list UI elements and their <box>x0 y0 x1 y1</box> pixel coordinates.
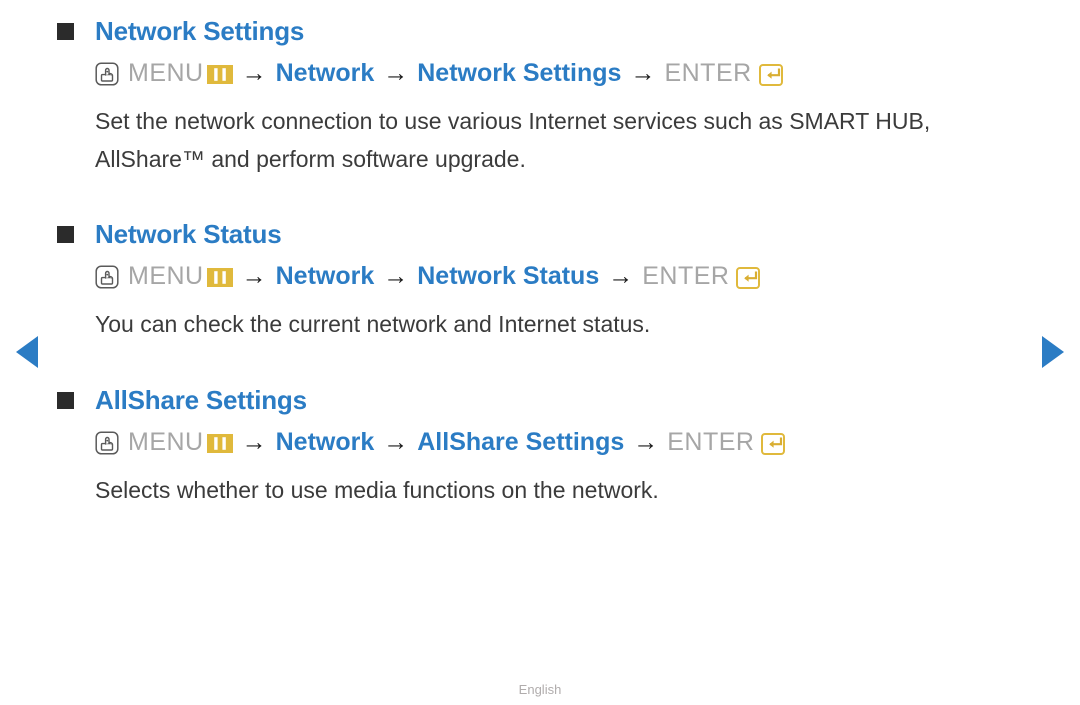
path-arrow-icon: → <box>630 59 656 87</box>
enter-label: ENTER <box>664 59 752 87</box>
section-heading: Network Settings <box>0 14 1080 48</box>
section-title: Network Settings <box>95 16 305 46</box>
section-description: You can check the current network and In… <box>95 311 651 337</box>
hand-press-icon <box>95 264 119 289</box>
menu-bars-icon <box>206 64 233 84</box>
enter-key-icon <box>736 266 764 289</box>
enter-label: ENTER <box>642 262 730 290</box>
section-network-status: Network Status MENU → Network → Network … <box>0 178 1080 343</box>
path-arrow-icon: → <box>383 59 409 87</box>
hand-press-icon <box>95 61 119 86</box>
path-arrow-icon: → <box>383 262 409 290</box>
path-step-1: Network <box>275 59 375 87</box>
footer-language: English <box>518 682 562 697</box>
path-step-2: AllShare Settings <box>417 428 625 456</box>
section-title: AllShare Settings <box>95 385 307 415</box>
path-step-1: Network <box>275 262 375 290</box>
square-bullet-icon <box>57 392 74 409</box>
enter-key-icon <box>758 63 787 86</box>
menu-path-line: MENU → Network → Network Settings → ENTE… <box>0 58 1080 88</box>
path-arrow-icon: → <box>608 262 634 290</box>
content-area: Network Settings MENU → Network → Networ… <box>0 0 1080 509</box>
path-arrow-icon: → <box>383 428 409 456</box>
path-arrow-icon: → <box>241 262 267 290</box>
section-network-settings: Network Settings MENU → Network → Networ… <box>0 0 1080 178</box>
path-arrow-icon: → <box>241 59 267 87</box>
section-heading: AllShare Settings <box>0 383 1080 417</box>
path-step-2: Network Settings <box>417 59 622 87</box>
section-description: Selects whether to use media functions o… <box>95 477 659 503</box>
section-description: Set the network connection to use variou… <box>95 108 931 172</box>
square-bullet-icon <box>57 226 74 243</box>
section-allshare-settings: AllShare Settings MENU → Network → AllSh… <box>0 343 1080 509</box>
square-bullet-icon <box>57 23 74 40</box>
hand-press-icon <box>95 430 119 455</box>
menu-path-line: MENU → Network → AllShare Settings → ENT… <box>0 427 1080 457</box>
enter-label: ENTER <box>667 428 755 456</box>
section-title: Network Status <box>95 219 282 249</box>
menu-bars-icon <box>206 267 233 287</box>
menu-label: MENU <box>128 59 204 87</box>
path-arrow-icon: → <box>633 428 659 456</box>
path-arrow-icon: → <box>241 428 267 456</box>
enter-key-icon <box>761 432 789 455</box>
menu-path-line: MENU → Network → Network Status → ENTER <box>0 261 1080 291</box>
menu-bars-icon <box>206 433 233 453</box>
menu-label: MENU <box>128 428 204 456</box>
menu-label: MENU <box>128 262 204 290</box>
path-step-1: Network <box>275 428 375 456</box>
section-heading: Network Status <box>0 217 1080 251</box>
manual-page: Network Settings MENU → Network → Networ… <box>0 0 1080 705</box>
path-step-2: Network Status <box>417 262 600 290</box>
